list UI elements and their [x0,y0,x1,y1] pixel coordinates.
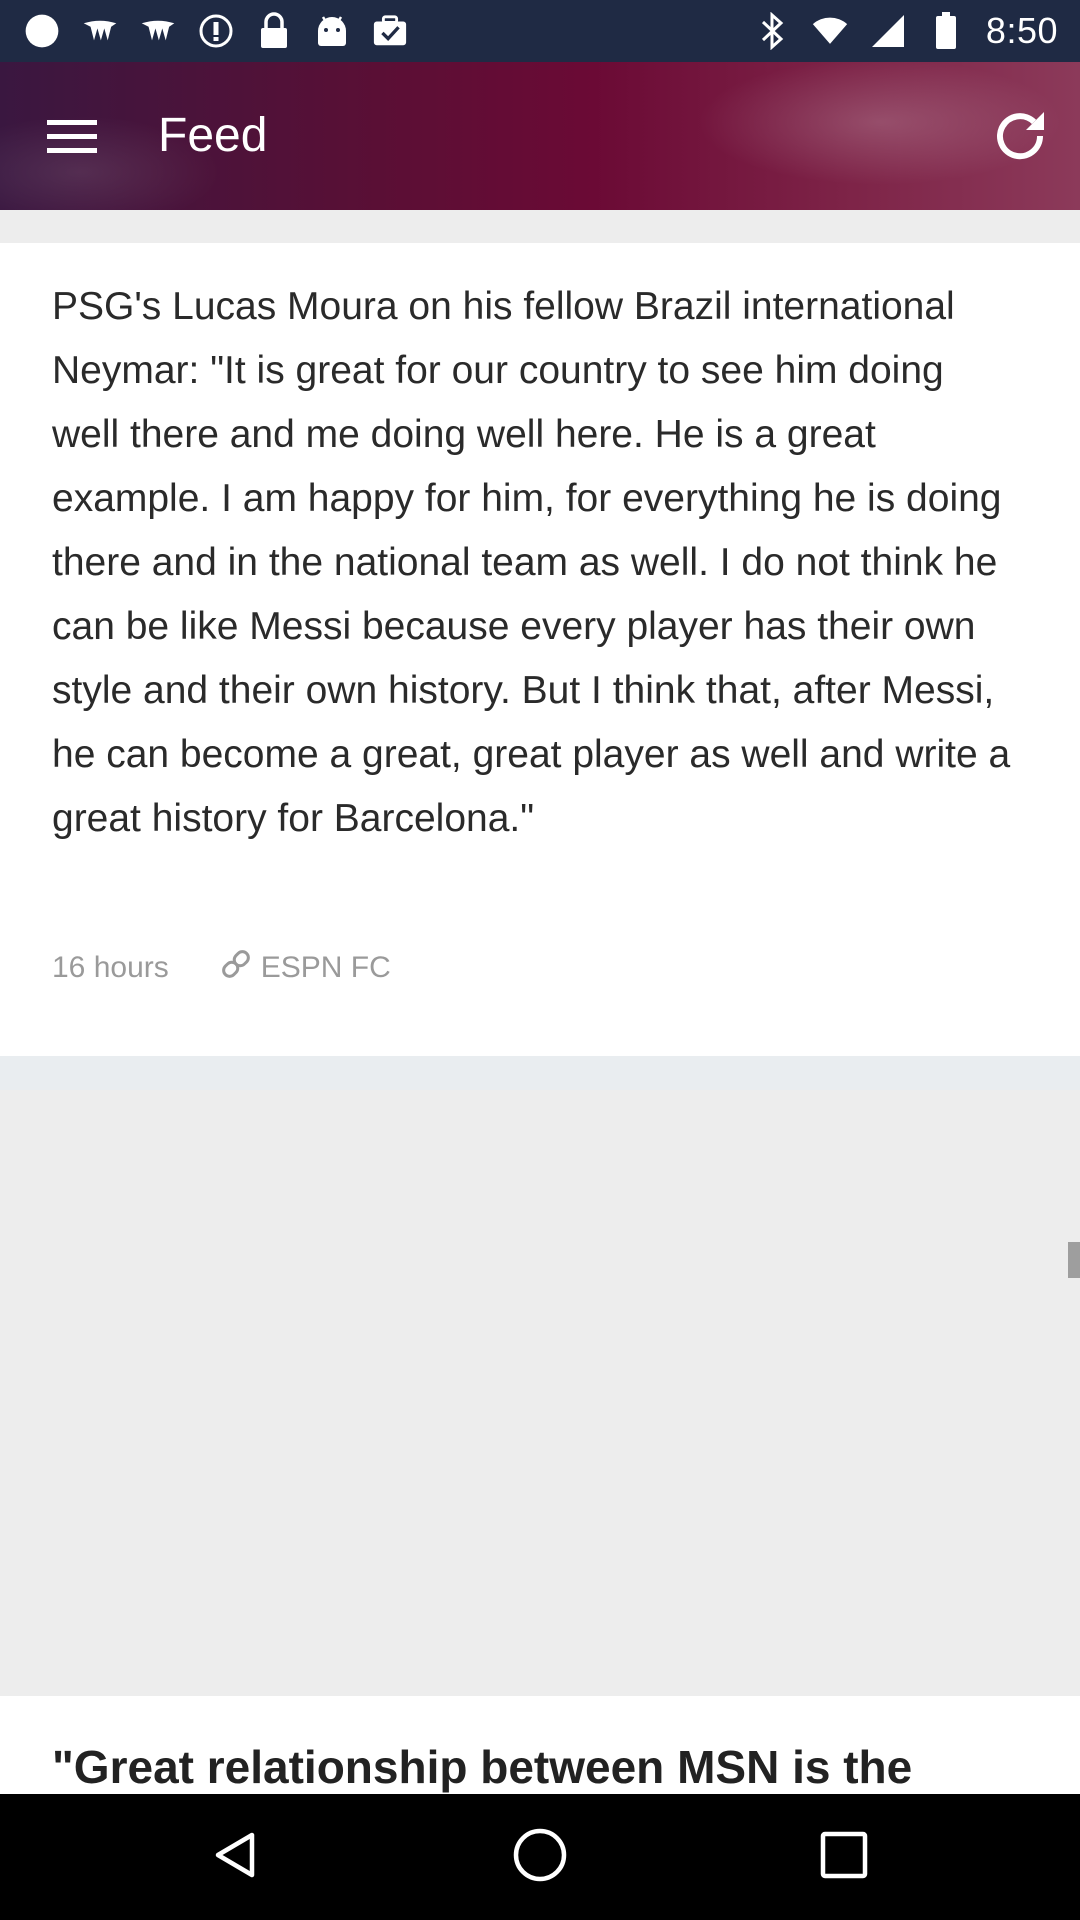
card-separator [0,1056,1080,1090]
wifi-icon [812,13,848,49]
recents-square-icon [819,1830,869,1885]
navigation-bar [0,1794,1080,1920]
back-button[interactable] [200,1821,272,1893]
source-link[interactable]: ESPN FC [219,947,391,989]
status-bar-system: 8:50 [754,8,1058,54]
home-circle-icon [512,1827,568,1888]
briefcase-check-icon [372,13,408,49]
scrollbar-thumb[interactable] [1068,1242,1080,1278]
post-timestamp: 16 hours [52,951,169,984]
home-button[interactable] [504,1821,576,1893]
wing-app-icon-2 [140,13,176,49]
back-triangle-icon [210,1829,262,1886]
android-icon [314,13,350,49]
refresh-button[interactable] [982,100,1058,176]
bluetooth-icon [754,12,790,50]
media-placeholder [0,1090,1080,1696]
feed-card-text: PSG's Lucas Moura on his fellow Brazil i… [52,285,1011,840]
wing-app-icon [82,13,118,49]
status-time: 8:50 [985,10,1058,51]
feed-card[interactable]: PSG's Lucas Moura on his fellow Brazil i… [0,243,1080,1056]
status-bar-notifications [24,8,408,54]
hamburger-menu-icon [47,118,97,159]
recents-button[interactable] [808,1821,880,1893]
link-icon [219,947,253,989]
feed-card-meta: 16 hours ESPN FC [52,943,391,993]
source-name: ESPN FC [260,951,391,984]
info-circle-icon [198,13,234,49]
app-bar: Feed [0,62,1080,210]
lock-icon [256,12,292,49]
signal-icon [870,13,906,49]
next-card-title: "Great relationship between MSN is the [52,1741,913,1793]
circle-notification-icon [24,13,60,49]
refresh-icon [990,106,1050,171]
status-bar: 8:50 [0,0,1080,62]
menu-button[interactable] [36,102,108,174]
feed-card-next[interactable]: "Great relationship between MSN is the [0,1696,1080,1794]
page-title: Feed [158,109,268,162]
battery-icon [928,12,964,49]
